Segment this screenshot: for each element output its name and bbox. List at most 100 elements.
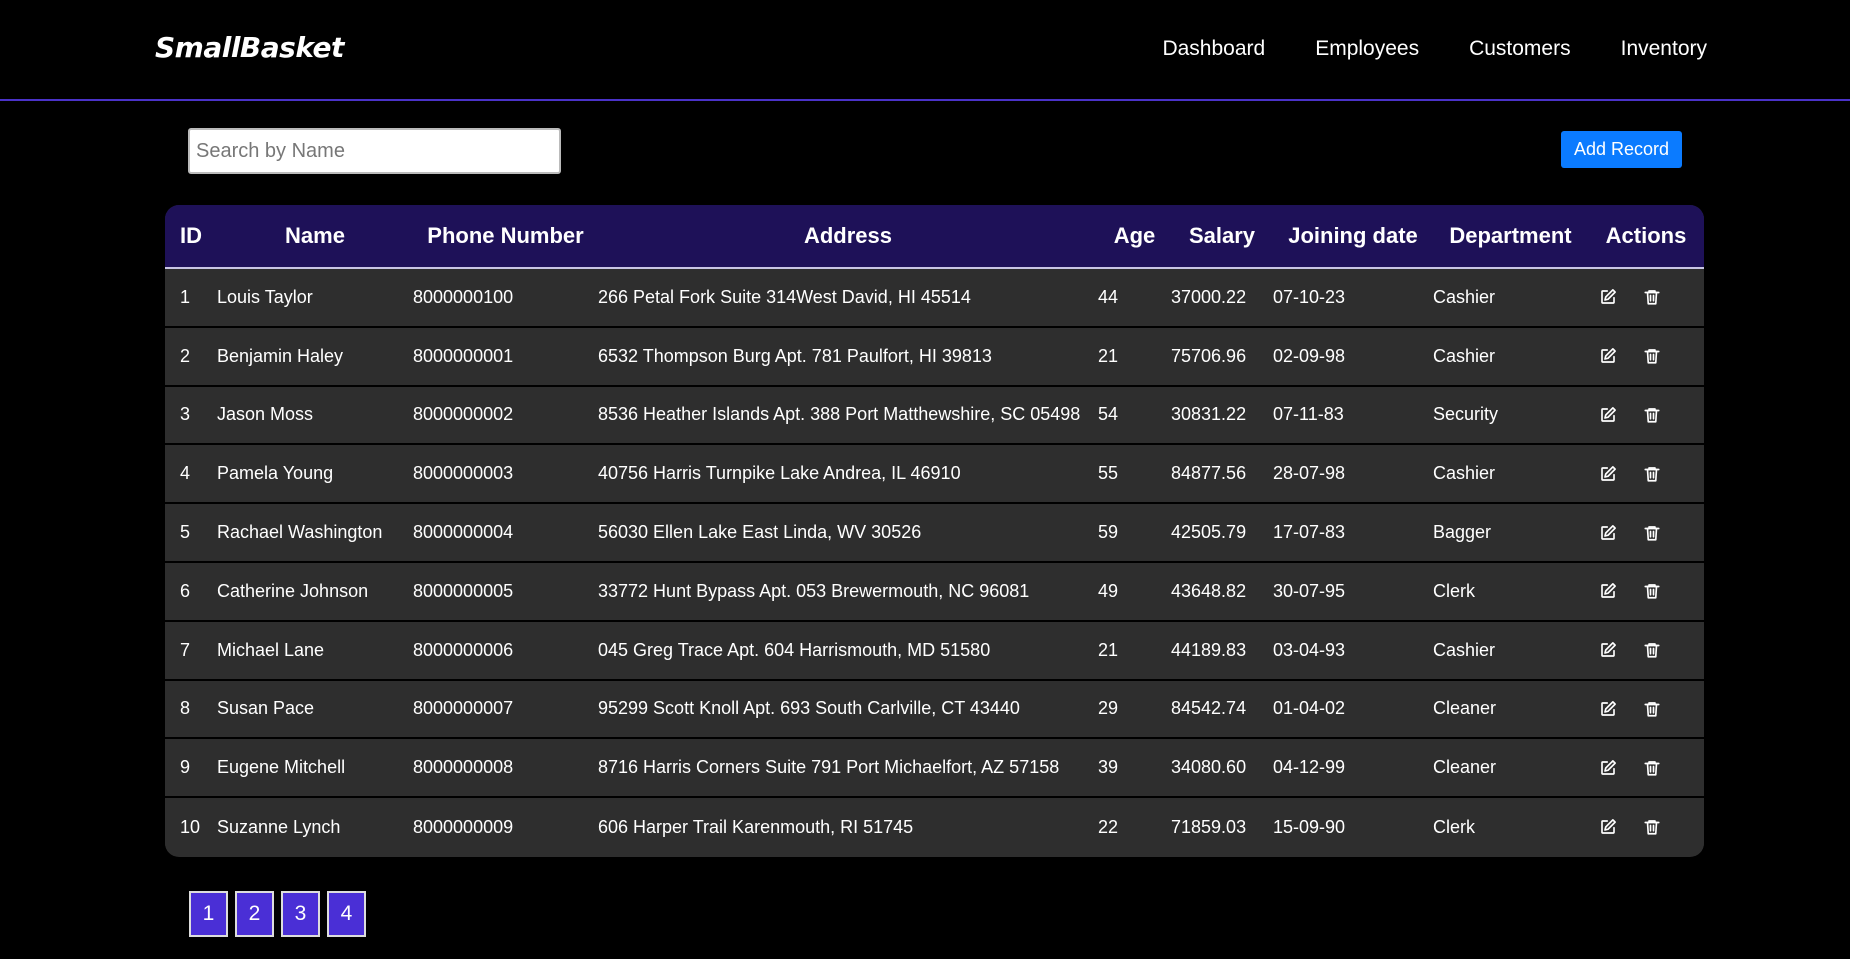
col-header-address: Address (598, 205, 1098, 269)
cell-department: Clerk (1433, 560, 1588, 621)
edit-icon[interactable] (1598, 581, 1618, 601)
trash-icon[interactable] (1642, 287, 1662, 307)
page-button-2[interactable]: 2 (235, 891, 274, 937)
cell-name: Louis Taylor (217, 286, 313, 307)
trash-icon[interactable] (1642, 758, 1662, 778)
cell-age: 29 (1098, 678, 1171, 739)
pagination: 1 2 3 4 (189, 891, 366, 937)
trash-icon[interactable] (1642, 581, 1662, 601)
trash-icon[interactable] (1642, 523, 1662, 543)
table-row: 6 Catherine Johnson 8000000005 33772 Hunt B… (165, 560, 1704, 621)
cell-phone: 8000000004 (413, 502, 598, 562)
edit-icon[interactable] (1598, 405, 1618, 425)
cell-id: 8 (165, 678, 217, 739)
cell-age: 44 (1098, 286, 1119, 307)
cell-salary: 30831.22 (1171, 384, 1273, 445)
edit-icon[interactable] (1598, 640, 1618, 660)
edit-icon[interactable] (1598, 817, 1618, 837)
cell-department: Security (1433, 384, 1588, 445)
cell-address: 33772 Hunt Bypass Apt. 053 Brewermouth, … (598, 560, 1098, 621)
table-row: 3 Jason Moss 8000000002 8536 Heather Island… (165, 384, 1704, 445)
trash-icon[interactable] (1642, 817, 1662, 837)
nav-link-customers[interactable]: Customers (1469, 37, 1571, 61)
table-row: 4 Pamela Young 8000000003 40756 Harris Turn… (165, 443, 1704, 504)
page-button-4[interactable]: 4 (327, 891, 366, 937)
nav-link-inventory[interactable]: Inventory (1621, 37, 1707, 61)
col-header-name: Name (217, 205, 413, 269)
cell-id: 9 (165, 737, 217, 798)
table-row: 10 Suzanne Lynch 8000000009 606 Harper Trai… (165, 796, 1704, 856)
add-record-button[interactable]: Add Record (1561, 131, 1682, 168)
cell-address: 8536 Heather Islands Apt. 388 Port Matth… (598, 384, 1098, 445)
trash-icon[interactable] (1642, 699, 1662, 719)
cell-department: Cashier (1433, 443, 1588, 504)
col-header-phone: Phone Number (413, 205, 598, 269)
search-input[interactable] (188, 128, 561, 174)
cell-name: Pamela Young (217, 443, 413, 504)
trash-icon[interactable] (1642, 346, 1662, 366)
cell-department: Clerk (1433, 796, 1588, 856)
cell-salary: 34080.60 (1171, 737, 1273, 798)
cell-name: Susan Pace (217, 678, 413, 739)
cell-id: 10 (165, 796, 217, 856)
page-button-1[interactable]: 1 (189, 891, 228, 937)
cell-salary: 75706.96 (1171, 325, 1273, 386)
cell-id: 4 (165, 443, 217, 504)
cell-department: Cleaner (1433, 737, 1588, 798)
cell-age: 59 (1098, 502, 1171, 562)
edit-icon[interactable] (1598, 287, 1618, 307)
cell-name: Catherine Johnson (217, 560, 413, 621)
cell-name: Suzanne Lynch (217, 796, 413, 856)
cell-name: Rachael Washington (217, 502, 413, 562)
edit-icon[interactable] (1598, 464, 1618, 484)
cell-joining-date: 01-04-02 (1273, 678, 1433, 739)
cell-joining-date: 07-10-23 (1273, 286, 1346, 307)
col-header-actions: Actions (1588, 205, 1704, 269)
table-row: 1 Louis Taylor 8000000100 266 Petal Fork Su… (165, 268, 1704, 327)
cell-age: 54 (1098, 384, 1171, 445)
cell-address: 8716 Harris Corners Suite 791 Port Micha… (598, 737, 1098, 798)
cell-address: 606 Harper Trail Karenmouth, RI 51745 (598, 796, 1098, 856)
cell-id: 2 (165, 325, 217, 386)
cell-joining-date: 02-09-98 (1273, 325, 1433, 386)
cell-actions (1588, 737, 1704, 798)
nav-link-dashboard[interactable]: Dashboard (1162, 37, 1265, 61)
cell-phone: 8000000003 (413, 443, 598, 504)
cell-phone: 8000000002 (413, 384, 598, 445)
nav-link-employees[interactable]: Employees (1315, 37, 1419, 61)
cell-joining-date: 03-04-93 (1273, 619, 1433, 680)
cell-salary: 84542.74 (1171, 678, 1273, 739)
edit-icon[interactable] (1598, 346, 1618, 366)
edit-icon[interactable] (1598, 699, 1618, 719)
cell-phone: 8000000007 (413, 678, 598, 739)
cell-salary: 42505.79 (1171, 502, 1273, 562)
cell-joining-date: 07-11-83 (1273, 384, 1433, 445)
col-header-department: Department (1433, 205, 1588, 269)
edit-icon[interactable] (1598, 758, 1618, 778)
edit-icon[interactable] (1598, 523, 1618, 543)
cell-actions (1588, 384, 1704, 445)
cell-department: Cashier (1433, 286, 1496, 307)
page-button-3[interactable]: 3 (281, 891, 320, 937)
cell-id: 7 (165, 619, 217, 680)
cell-age: 22 (1098, 796, 1171, 856)
cell-age: 39 (1098, 737, 1171, 798)
col-header-age: Age (1098, 205, 1171, 269)
cell-phone: 8000000008 (413, 737, 598, 798)
cell-id: 3 (165, 384, 217, 445)
trash-icon[interactable] (1642, 405, 1662, 425)
col-header-id: ID (165, 205, 217, 269)
cell-name: Eugene Mitchell (217, 737, 413, 798)
cell-actions (1588, 796, 1704, 856)
cell-actions (1588, 502, 1704, 562)
cell-actions (1588, 619, 1704, 680)
cell-salary: 43648.82 (1171, 560, 1273, 621)
cell-joining-date: 15-09-90 (1273, 796, 1433, 856)
cell-phone: 8000000100 (413, 286, 514, 307)
cell-phone: 8000000001 (413, 325, 598, 386)
col-header-joining-date: Joining date (1273, 205, 1433, 269)
col-header-salary: Salary (1171, 205, 1273, 269)
trash-icon[interactable] (1642, 640, 1662, 660)
brand-logo[interactable]: SmallBasket (155, 31, 344, 64)
trash-icon[interactable] (1642, 464, 1662, 484)
